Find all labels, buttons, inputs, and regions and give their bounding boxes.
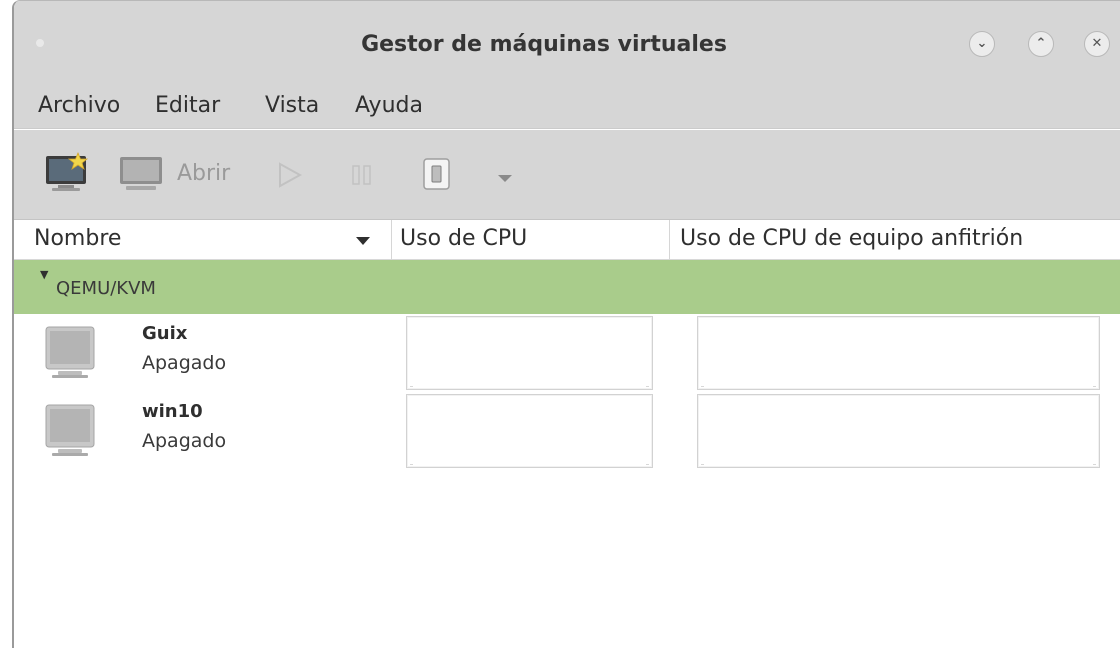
cpu-usage-graph	[406, 316, 653, 390]
window-title: Gestor de máquinas virtuales	[361, 32, 727, 57]
power-icon	[423, 158, 450, 190]
pause-button[interactable]	[351, 164, 373, 190]
shutdown-dropdown-button[interactable]	[496, 169, 514, 188]
vm-status: Apagado	[142, 430, 227, 452]
column-separator[interactable]	[391, 220, 392, 260]
column-header-uso-cpu[interactable]: Uso de CPU	[400, 226, 527, 251]
vm-row[interactable]: win10 Apagado	[14, 392, 1120, 470]
main-window: Gestor de máquinas virtuales ⌄ ⌃ ✕ Archi…	[12, 0, 1120, 648]
title-bar[interactable]: Gestor de máquinas virtuales ⌄ ⌃ ✕	[14, 1, 1120, 87]
connection-label: QEMU/KVM	[56, 278, 156, 299]
cpu-usage-graph	[406, 394, 653, 468]
column-headers: Nombre Uso de CPU Uso de CPU de equipo a…	[14, 220, 1120, 260]
open-button[interactable]	[118, 153, 168, 197]
monitor-icon	[120, 157, 162, 190]
menu-ayuda[interactable]: Ayuda	[355, 93, 423, 118]
menu-bar: Archivo Editar Vista Ayuda	[14, 87, 1120, 129]
sort-descending-icon[interactable]	[355, 235, 371, 247]
chevron-down-icon	[498, 175, 512, 182]
vm-status: Apagado	[142, 352, 227, 374]
maximize-button[interactable]: ⌃	[1028, 31, 1054, 57]
vm-monitor-icon	[45, 404, 95, 456]
menu-vista[interactable]: Vista	[265, 93, 319, 118]
vm-name: win10	[142, 401, 203, 422]
menu-archivo[interactable]: Archivo	[38, 93, 120, 118]
pause-icon	[352, 165, 371, 185]
expander-icon[interactable]: ▼	[40, 268, 48, 281]
host-cpu-usage-graph	[697, 394, 1100, 468]
close-button[interactable]: ✕	[1084, 31, 1110, 57]
menu-editar[interactable]: Editar	[155, 93, 220, 118]
new-vm-button[interactable]	[44, 151, 94, 199]
shutdown-button[interactable]	[422, 157, 452, 195]
vm-name: Guix	[142, 323, 188, 344]
run-button[interactable]	[276, 162, 303, 192]
column-separator[interactable]	[669, 220, 670, 260]
column-header-nombre[interactable]: Nombre	[34, 226, 121, 251]
vm-list-empty-area[interactable]	[14, 470, 1120, 648]
minimize-button[interactable]: ⌄	[969, 31, 995, 57]
connection-row[interactable]: ▼ QEMU/KVM	[14, 260, 1120, 314]
play-icon	[279, 162, 303, 188]
column-header-uso-cpu-anfitrion[interactable]: Uso de CPU de equipo anfitrión	[680, 226, 1023, 251]
vm-row[interactable]: Guix Apagado	[14, 314, 1120, 392]
vm-monitor-icon	[45, 326, 95, 378]
open-button-label: Abrir	[177, 161, 231, 186]
new-vm-icon	[46, 151, 89, 191]
host-cpu-usage-graph	[697, 316, 1100, 390]
